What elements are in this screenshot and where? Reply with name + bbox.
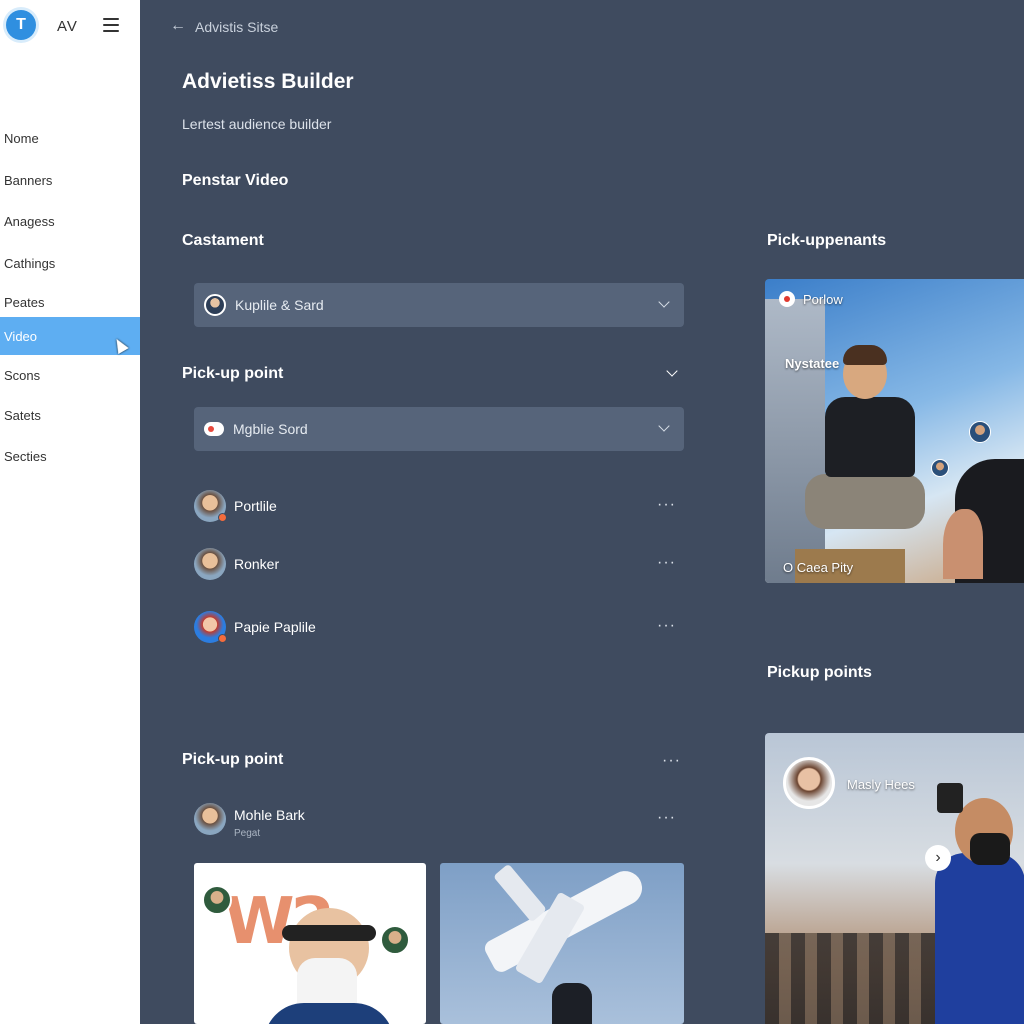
sidebar-item-anagess[interactable]: Anagess (0, 202, 140, 240)
avatar (380, 925, 410, 955)
person-image (805, 345, 925, 549)
castament-select[interactable]: Kuplile & Sard (194, 283, 684, 327)
pickup-select-value: Mgblie Sord (233, 421, 308, 437)
sidebar-item-scons[interactable]: Scons (0, 356, 140, 394)
list-item-name: Mohle Bark (234, 807, 305, 823)
breadcrumb[interactable]: Advistis Sitse (195, 19, 278, 35)
person-image (943, 509, 983, 579)
photo-label: Nystatee (785, 356, 840, 371)
person-image (552, 983, 592, 1024)
chevron-down-icon (658, 420, 670, 432)
featured-photo[interactable]: Masly Hees › (765, 733, 1024, 1024)
next-arrow-icon[interactable]: › (925, 845, 951, 871)
shirt-image (264, 1003, 394, 1024)
collapse-chevron-icon[interactable] (666, 365, 678, 377)
sidebar-item-cathings[interactable]: Cathings (0, 244, 140, 282)
list-item-subtitle: Pegat (234, 828, 261, 839)
record-toggle-icon (204, 422, 224, 436)
avatar[interactable] (931, 459, 949, 477)
list-item-name: Portlile (234, 498, 277, 514)
sidebar-item-peates[interactable]: Peates (0, 283, 140, 321)
avatar[interactable] (969, 421, 991, 443)
more-options-icon[interactable]: ··· (657, 809, 676, 827)
section-pickup-points-title: Pickup points (767, 664, 872, 681)
media-card[interactable] (440, 863, 684, 1024)
castament-select-value: Kuplile & Sard (235, 297, 324, 313)
camera-image (937, 783, 963, 813)
list-item[interactable]: Mohle Bark ··· (194, 802, 684, 836)
person-image (935, 853, 1024, 1024)
page-title: Advietiss Builder (182, 70, 354, 93)
user-avatar (204, 294, 226, 316)
more-options-icon[interactable]: ··· (657, 617, 676, 635)
status-dot-icon (218, 634, 227, 643)
photo-person-name: Masly Hees (847, 777, 915, 792)
more-options-icon[interactable]: ··· (657, 496, 676, 514)
page-subtitle: Lertest audience builder (182, 116, 332, 132)
avatar (194, 803, 226, 835)
more-options-icon[interactable]: ··· (662, 752, 681, 770)
sidebar: T AV Nome Banners Anagess Cathings Peate… (0, 0, 140, 1024)
section-pickup-2-title: Pick-up point (182, 751, 284, 768)
featured-photo[interactable]: Porlow Nystatee O Caea Pity (765, 279, 1024, 583)
section-pickup-title: Pick-up point (182, 365, 284, 382)
sidebar-item-secties[interactable]: Secties (0, 437, 140, 475)
logo-icon[interactable]: T (6, 10, 36, 40)
goggles-image (282, 925, 376, 941)
section-castament-title: Castament (182, 232, 264, 249)
crowd-image (765, 933, 945, 1024)
section-video-title: Penstar Video (182, 172, 289, 189)
photo-caption: O Caea Pity (783, 560, 854, 575)
mask-image (970, 833, 1010, 865)
sidebar-item-nome[interactable]: Nome (0, 119, 140, 157)
more-options-icon[interactable]: ··· (657, 554, 676, 572)
back-arrow-icon[interactable]: ← (170, 17, 186, 35)
avatar (194, 611, 227, 643)
list-item[interactable]: Ronker ··· (194, 547, 684, 581)
sidebar-item-satets[interactable]: Satets (0, 396, 140, 434)
list-item-name: Ronker (234, 556, 280, 572)
list-item[interactable]: Portlile ··· (194, 489, 684, 523)
status-dot-icon (218, 513, 227, 522)
chevron-down-icon (658, 296, 670, 308)
list-item-name: Papie Paplile (234, 619, 316, 635)
avatar (194, 490, 227, 522)
brand-label: AV (57, 18, 78, 35)
list-item[interactable]: Papie Paplile ··· (194, 610, 684, 644)
avatar (194, 548, 226, 580)
record-badge-icon (779, 291, 795, 307)
photo-tag: Porlow (803, 292, 843, 307)
menu-icon[interactable] (103, 18, 119, 32)
sidebar-item-banners[interactable]: Banners (0, 161, 140, 199)
airplane-wing-image (493, 863, 547, 923)
avatar (783, 757, 835, 809)
media-card[interactable]: W2 (194, 863, 426, 1024)
section-pickuppenants-title: Pick-uppenants (767, 232, 887, 249)
pickup-select[interactable]: Mgblie Sord (194, 407, 684, 451)
avatar (202, 885, 232, 915)
